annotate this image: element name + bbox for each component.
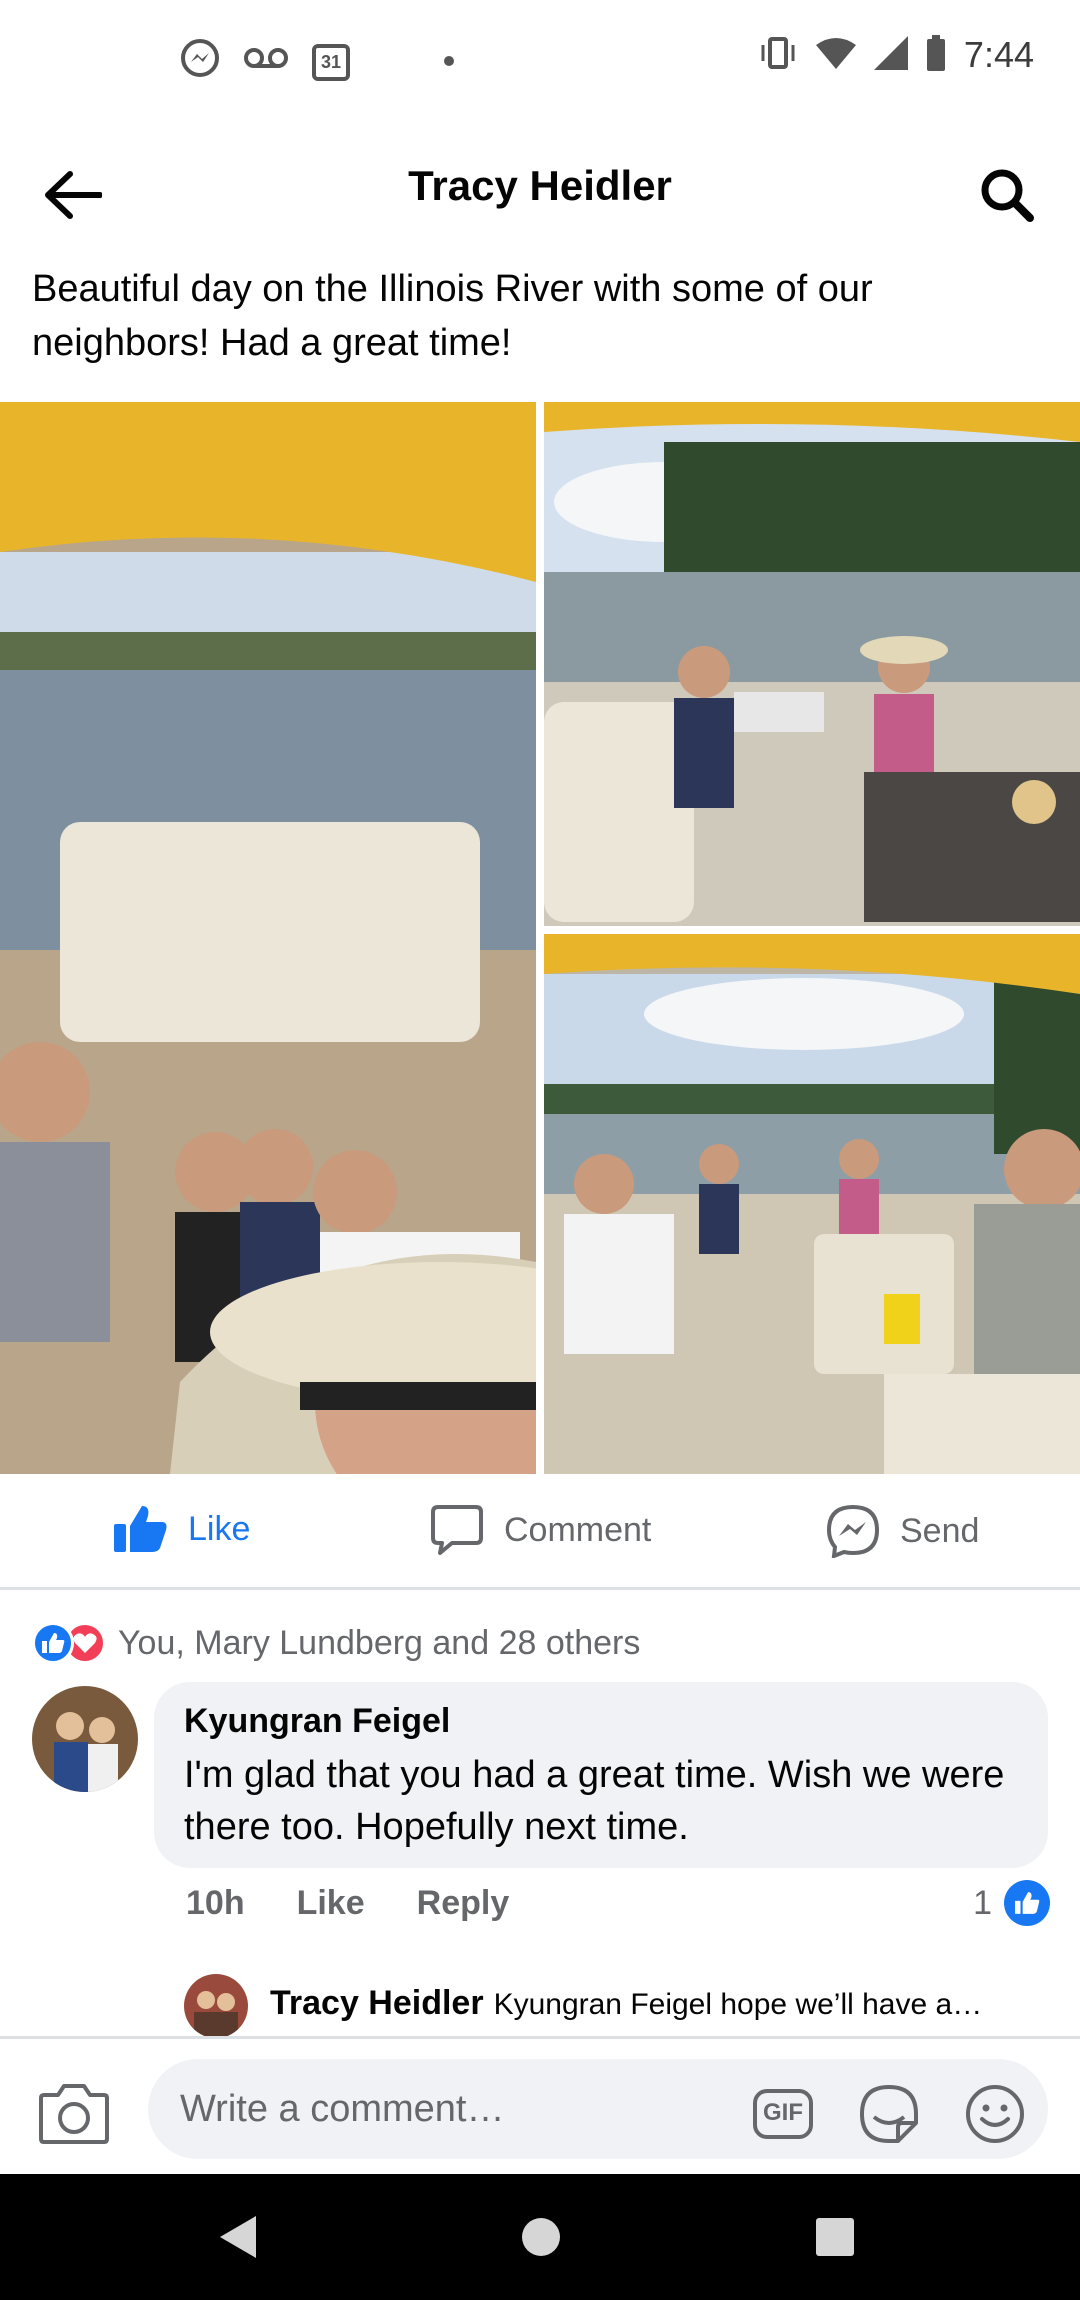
page-header: Tracy Heidler	[0, 130, 1080, 250]
emoji-icon	[966, 2085, 1024, 2143]
reply-preview[interactable]: Tracy Heidler Kyungran Feigel hope we’ll …	[270, 1984, 1040, 2023]
status-bar-system: 7:44	[758, 34, 1034, 76]
status-bar-notifications: 31	[180, 38, 454, 83]
comment-button[interactable]: Comment	[430, 1504, 651, 1556]
comment-bubble[interactable]: Kyungran Feigel I'm glad that you had a …	[154, 1682, 1048, 1868]
emoji-button[interactable]	[964, 2083, 1026, 2145]
signal-icon	[873, 35, 908, 75]
gif-button[interactable]: GIF	[752, 2083, 814, 2145]
like-reaction-icon	[1004, 1880, 1050, 1926]
messenger-send-icon	[826, 1504, 880, 1558]
circle-home-icon	[522, 2218, 560, 2256]
post-photo-3[interactable]	[544, 934, 1080, 1474]
calendar-icon: 31	[312, 41, 350, 81]
nav-home-button[interactable]	[516, 2212, 566, 2262]
nav-back-button[interactable]	[214, 2212, 264, 2262]
comment-meta: 10h Like Reply	[186, 1884, 509, 1923]
camera-icon	[39, 2084, 109, 2144]
like-button[interactable]: Like	[112, 1504, 250, 1554]
status-time: 7:44	[963, 34, 1034, 75]
battery-icon	[926, 34, 946, 76]
messenger-icon	[180, 38, 220, 83]
comment-reaction-count[interactable]: 1	[973, 1880, 1050, 1926]
calendar-day: 31	[320, 51, 342, 72]
vibrate-icon	[758, 36, 798, 75]
reactions-text: You, Mary Lundberg and 28 others	[118, 1623, 641, 1662]
comment-time: 10h	[186, 1884, 245, 1922]
search-icon	[981, 169, 1034, 222]
comment-author[interactable]: Kyungran Feigel	[184, 1702, 1018, 1741]
notification-dot-icon	[444, 55, 454, 66]
square-recents-icon	[816, 2218, 854, 2256]
voicemail-icon	[244, 43, 288, 78]
status-bar: 31 7:44	[0, 0, 1080, 120]
thumbs-up-icon	[114, 1506, 167, 1552]
commenter-avatar[interactable]	[32, 1686, 138, 1792]
reactions-summary[interactable]: You, Mary Lundberg and 28 others	[32, 1622, 640, 1664]
post-caption: Beautiful day on the Illinois River with…	[32, 268, 873, 364]
like-button-label: Like	[188, 1509, 251, 1548]
nav-recents-button[interactable]	[810, 2212, 860, 2262]
system-nav-bar	[0, 2174, 1080, 2300]
post-actions: Like Comment Send	[0, 1476, 1080, 1590]
comment-reply-button[interactable]: Reply	[417, 1884, 510, 1923]
comment-icon	[431, 1505, 483, 1555]
comment-button-label: Comment	[504, 1510, 652, 1549]
reply-author[interactable]: Tracy Heidler	[270, 1984, 484, 2022]
comment-text: I'm glad that you had a great time. Wish…	[184, 1754, 1005, 1848]
comment-composer: GIF	[0, 2036, 1080, 2174]
send-button-label: Send	[900, 1511, 980, 1550]
post-photo-2[interactable]	[544, 402, 1080, 926]
reply-text: Kyungran Feigel hope we’ll have a…	[493, 1988, 983, 2021]
send-button[interactable]: Send	[826, 1504, 979, 1558]
sticker-icon	[860, 2085, 918, 2143]
gif-label: GIF	[763, 2099, 803, 2126]
sticker-button[interactable]	[858, 2083, 920, 2145]
like-reaction-icon	[32, 1622, 74, 1664]
camera-button[interactable]	[38, 2081, 110, 2145]
triangle-back-icon	[220, 2216, 256, 2258]
comment-like-count: 1	[973, 1883, 992, 1922]
wifi-icon	[815, 37, 856, 74]
comment-like-button[interactable]: Like	[297, 1884, 365, 1923]
reply-author-avatar[interactable]	[184, 1974, 248, 2038]
page-title: Tracy Heidler	[408, 162, 672, 209]
search-button[interactable]	[972, 160, 1042, 230]
post-photo-1[interactable]	[0, 402, 536, 1474]
